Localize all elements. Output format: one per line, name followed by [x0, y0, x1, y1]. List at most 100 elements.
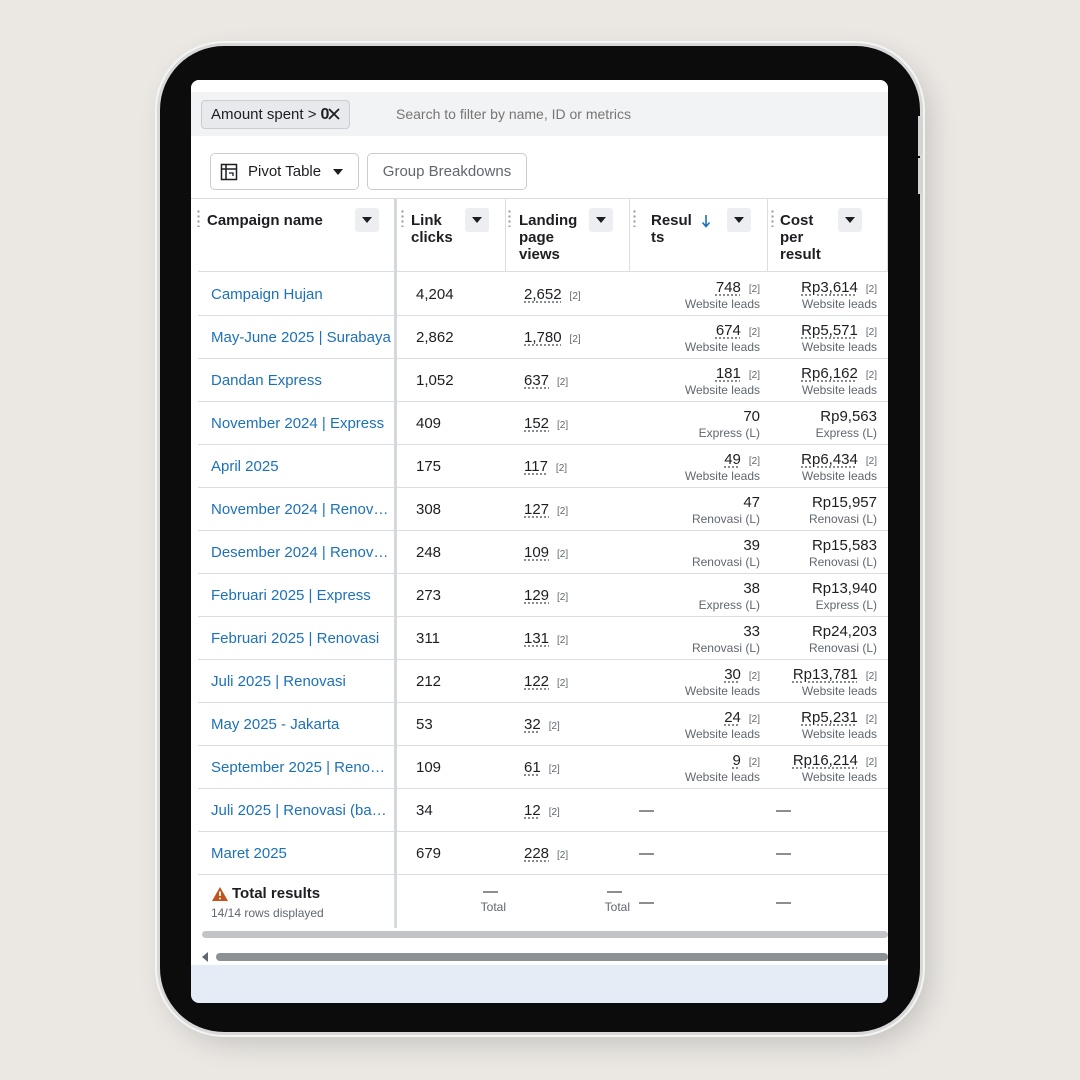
link-clicks-value: 308 — [416, 501, 442, 518]
landing-page-views-value[interactable]: 127 — [524, 501, 549, 518]
column-menu-button[interactable] — [727, 208, 751, 232]
column-header-results[interactable]: Resul ts — [629, 199, 767, 272]
total-label: Total — [604, 900, 630, 914]
campaign-name-link[interactable]: November 2024 | Express — [211, 415, 391, 432]
table-row[interactable]: April 2025 175 117 [2] 49 [2] Website leads Rp6… — [198, 445, 888, 488]
footnote-marker: [2] — [865, 456, 877, 467]
table-row[interactable]: Dandan Express 1,052 637 [2] 181 [2] Website l… — [198, 359, 888, 402]
column-menu-button[interactable] — [355, 208, 379, 232]
column-header-campaign[interactable]: Campaign name — [197, 199, 394, 272]
cost-per-result-value[interactable]: Rp5,571 — [801, 322, 858, 339]
landing-page-views-value[interactable]: 131 — [524, 630, 549, 647]
search-input[interactable] — [396, 106, 816, 122]
results-type: Website leads — [684, 684, 760, 698]
landing-page-views-value[interactable]: 12 — [524, 802, 541, 819]
results-value[interactable]: 24 — [724, 709, 741, 726]
results-value[interactable]: 674 — [716, 322, 741, 339]
table-row[interactable]: May-June 2025 | Surabaya 2,862 1,780 [2] 674… — [198, 316, 888, 359]
link-clicks-value: 175 — [416, 458, 442, 475]
column-menu-button[interactable] — [838, 208, 862, 232]
close-icon[interactable] — [326, 106, 342, 122]
sort-descending-icon[interactable] — [701, 214, 711, 228]
campaign-name-link[interactable]: Februari 2025 | Express — [211, 587, 391, 604]
pivot-table-icon — [220, 163, 238, 180]
campaign-name-link[interactable]: Juli 2025 | Renovasi (bac… — [211, 802, 391, 819]
table-row[interactable]: Desember 2024 | Renovasi 248 109 [2] 39 Renov… — [198, 531, 888, 574]
landing-page-views-value[interactable]: 228 — [524, 845, 549, 862]
results-value[interactable]: 9 — [733, 752, 741, 769]
landing-page-views-value[interactable]: 117 — [524, 458, 548, 475]
footnote-marker: [2] — [748, 327, 760, 338]
campaign-name-link[interactable]: Dandan Express — [211, 372, 391, 389]
table-row[interactable]: Juli 2025 | Renovasi 212 122 [2] 30 [2] Websit… — [198, 660, 888, 703]
landing-page-views-value[interactable]: 129 — [524, 587, 549, 604]
campaign-name-link[interactable]: Juli 2025 | Renovasi — [211, 673, 391, 690]
cost-per-result-type: Website leads — [801, 727, 877, 741]
landing-page-views-value[interactable]: 2,652 — [524, 286, 562, 303]
column-menu-button[interactable] — [465, 208, 489, 232]
group-breakdowns-button[interactable]: Group Breakdowns — [367, 153, 527, 190]
landing-page-views-value[interactable]: 109 — [524, 544, 549, 561]
drag-handle-icon[interactable] — [401, 209, 404, 227]
filter-chip[interactable]: Amount spent > 0 — [201, 100, 350, 129]
cost-per-result-value[interactable]: Rp6,434 — [801, 451, 858, 468]
cost-per-result-value[interactable]: Rp3,614 — [801, 279, 858, 296]
scroll-left-icon[interactable] — [202, 952, 208, 962]
link-clicks-value: 311 — [416, 630, 440, 647]
table-row[interactable]: Campaign Hujan 4,204 2,652 [2] 748 [2] Website… — [198, 273, 888, 316]
cost-per-result-value[interactable]: Rp13,781 — [793, 666, 858, 683]
table-row[interactable]: Februari 2025 | Express 273 129 [2] 38 Expres… — [198, 574, 888, 617]
table-row[interactable]: May 2025 - Jakarta 53 32 [2] 24 [2] Website le… — [198, 703, 888, 746]
campaign-name-link[interactable]: April 2025 — [211, 458, 391, 475]
table-row[interactable]: Juli 2025 | Renovasi (bac… 34 12 [2] — — — [198, 789, 888, 832]
landing-page-views-value[interactable]: 152 — [524, 415, 549, 432]
drag-handle-icon[interactable] — [771, 209, 774, 227]
landing-page-views-value[interactable]: 637 — [524, 372, 549, 389]
table-row[interactable]: November 2024 | Express 409 152 [2] 70 Expres… — [198, 402, 888, 445]
drag-handle-icon[interactable] — [197, 209, 200, 227]
campaign-name-link[interactable]: May-June 2025 | Surabaya — [211, 329, 391, 346]
campaign-name-link[interactable]: September 2025 | Renov… — [211, 759, 391, 776]
campaign-name-link[interactable]: May 2025 - Jakarta — [211, 716, 391, 733]
table-row[interactable]: Maret 2025 679 228 [2] — — — [198, 832, 888, 875]
campaign-name-link[interactable]: Maret 2025 — [211, 845, 391, 862]
tablet-volume-button — [918, 158, 923, 194]
column-menu-button[interactable] — [589, 208, 613, 232]
column-header-landing-page-views[interactable]: Landing page views — [505, 199, 629, 272]
footnote-marker: [2] — [557, 506, 569, 517]
table-row[interactable]: November 2024 | Renovasi 308 127 [2] 47 Renov… — [198, 488, 888, 531]
column-header-cost-per-result[interactable]: Cost per result — [767, 199, 888, 272]
landing-page-views-value[interactable]: 122 — [524, 673, 549, 690]
cost-per-result-value[interactable]: Rp5,231 — [801, 709, 858, 726]
table-row[interactable]: September 2025 | Renov… 109 61 [2] 9 [2] Websi… — [198, 746, 888, 789]
campaign-name-link[interactable]: Desember 2024 | Renovasi — [211, 544, 391, 561]
cost-per-result-value[interactable]: Rp6,162 — [801, 365, 858, 382]
landing-page-views-cell: 152 [2] — [524, 415, 568, 432]
campaign-name-link[interactable]: November 2024 | Renovasi — [211, 501, 391, 518]
horizontal-scrollbar-thumb[interactable] — [216, 953, 888, 961]
column-header-label: ts — [651, 229, 665, 246]
drag-handle-icon[interactable] — [633, 209, 636, 227]
cost-per-result-type: Renovasi (L) — [808, 641, 877, 655]
results-cell: 181 [2] Website leads — [685, 365, 760, 398]
table-row[interactable]: Februari 2025 | Renovasi 311 131 [2] 33 Renov… — [198, 617, 888, 660]
horizontal-scrollbar[interactable] — [202, 931, 888, 938]
results-value[interactable]: 748 — [716, 279, 741, 296]
column-header-label: Campaign name — [207, 212, 323, 229]
pivot-table-button[interactable]: Pivot Table — [210, 153, 359, 190]
landing-page-views-value[interactable]: 1,780 — [524, 329, 562, 346]
results-value[interactable]: 181 — [716, 365, 741, 382]
results-cell: 9 [2] Website leads — [685, 752, 760, 785]
campaign-name-link[interactable]: Campaign Hujan — [211, 286, 391, 303]
landing-page-views-value[interactable]: 61 — [524, 759, 541, 776]
results-value[interactable]: 49 — [724, 451, 741, 468]
column-header-label: page — [519, 229, 555, 246]
campaign-name-link[interactable]: Februari 2025 | Renovasi — [211, 630, 391, 647]
column-header-label: Cost — [780, 212, 814, 229]
landing-page-views-value[interactable]: 32 — [524, 716, 541, 733]
drag-handle-icon[interactable] — [508, 209, 511, 227]
column-header-link-clicks[interactable]: Link clicks — [397, 199, 505, 272]
results-value[interactable]: 30 — [724, 666, 741, 683]
footnote-marker: [2] — [557, 592, 569, 603]
cost-per-result-value[interactable]: Rp16,214 — [793, 752, 858, 769]
